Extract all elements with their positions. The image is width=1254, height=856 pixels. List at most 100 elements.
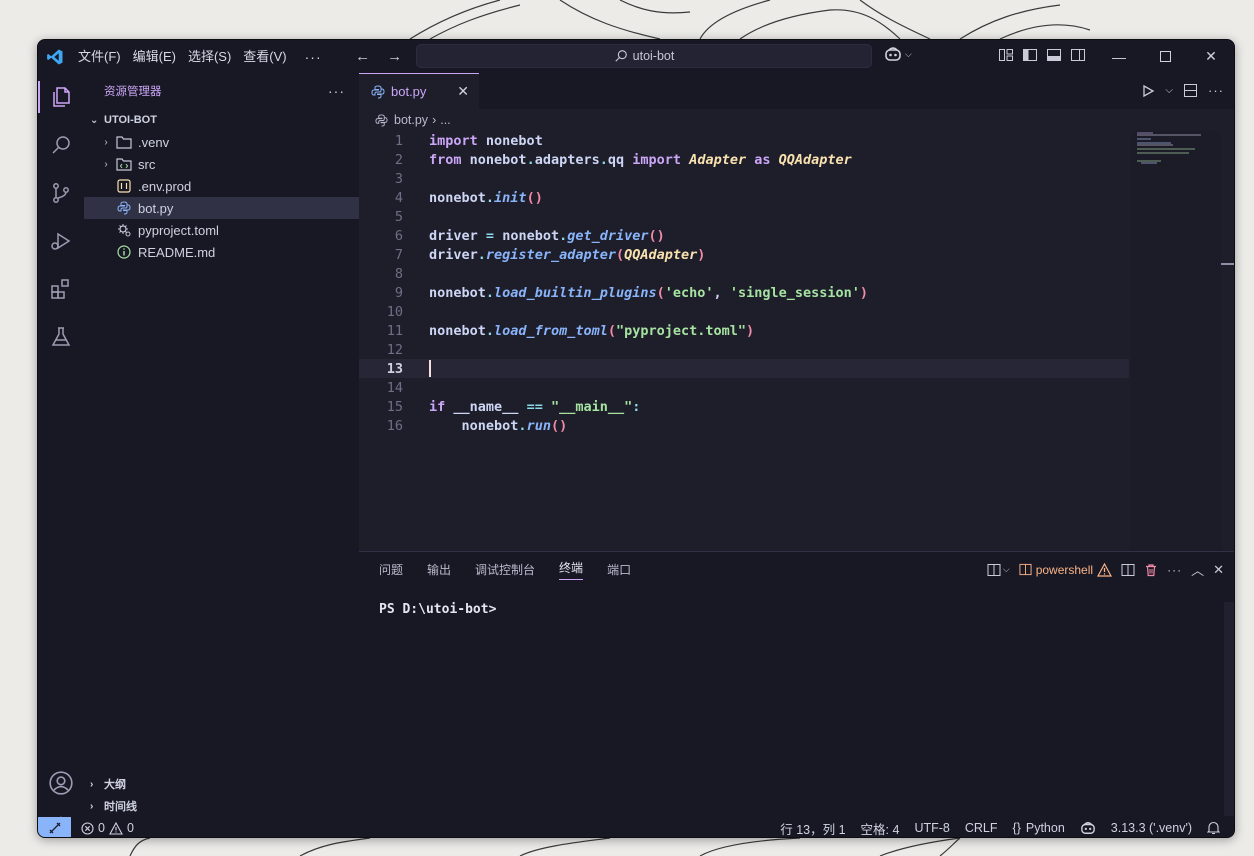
editor-more-button[interactable]: ···	[1208, 83, 1224, 98]
chevron-right-icon: ›	[90, 800, 94, 812]
breadcrumb-symbols[interactable]: ...	[440, 113, 450, 127]
code-line: 9 nonebot.load_builtin_plugins('echo', 's…	[394, 284, 868, 301]
code-area[interactable]: 1 import nonebot 2 from nonebot.adapters.q…	[359, 131, 1129, 435]
testing-flask-icon[interactable]	[38, 313, 84, 361]
folder-icon	[114, 135, 134, 149]
run-python-file-icon[interactable]	[1141, 84, 1155, 98]
minimap[interactable]	[1131, 131, 1221, 551]
code-line: 4 nonebot.init()	[394, 189, 543, 206]
panel-more-button[interactable]: ···	[1167, 563, 1182, 577]
toggle-primary-sidebar-icon[interactable]	[1022, 47, 1038, 63]
maximize-panel-chevron-up-icon[interactable]: ︿	[1191, 560, 1204, 579]
env-file-icon	[114, 179, 134, 193]
kill-terminal-trash-icon[interactable]	[1144, 563, 1158, 577]
search-activity-icon[interactable]	[38, 121, 84, 169]
breadcrumb-separator-icon: ›	[432, 113, 437, 127]
tab-problems[interactable]: 问题	[379, 561, 403, 578]
cursor-position[interactable]: 行 13，列 1	[780, 819, 845, 838]
close-window-button[interactable]: ✕	[1188, 40, 1234, 73]
back-arrow-icon[interactable]: ←	[350, 48, 376, 65]
chevron-down-icon: ⌵	[905, 48, 912, 59]
vscode-window: 文件(F) 编辑(E) 选择(S) 查看(V) ··· ← → utoi-bot…	[37, 39, 1235, 838]
close-tab-icon[interactable]: ✕	[457, 83, 469, 100]
tab-terminal[interactable]: 终端	[559, 559, 584, 580]
split-terminal-icon[interactable]	[1121, 563, 1135, 577]
python-file-icon	[114, 201, 134, 215]
notifications-bell-icon[interactable]	[1207, 821, 1220, 835]
close-panel-icon[interactable]: ✕	[1213, 562, 1224, 578]
code-line: 12	[386, 341, 403, 358]
code-line: 7 driver.register_adapter(QQAdapter)	[394, 246, 706, 263]
warning-icon	[1097, 562, 1113, 577]
chevron-right-icon: ›	[104, 136, 108, 148]
minimize-button[interactable]: —	[1096, 40, 1142, 73]
warning-icon	[109, 821, 123, 835]
terminal-instance-powershell[interactable]: powershell	[1019, 562, 1113, 577]
chevron-down-icon: ⌵	[1002, 564, 1010, 574]
explorer-icon[interactable]	[38, 73, 84, 121]
braces-icon: {}	[1012, 821, 1021, 835]
menu-more-button[interactable]: ···	[293, 49, 332, 65]
tab-bot-py[interactable]: bot.py ✕	[359, 73, 479, 109]
tree-item-src[interactable]: › src	[84, 153, 359, 175]
chevron-down-icon[interactable]: ⌵	[1165, 85, 1173, 96]
title-bar: 文件(F) 编辑(E) 选择(S) 查看(V) ··· ← → utoi-bot…	[38, 40, 1234, 73]
terminal-scrollbar[interactable]	[1224, 602, 1234, 816]
command-center-search[interactable]: utoi-bot	[416, 44, 872, 68]
outline-label: 大纲	[104, 779, 126, 791]
tree-item-env-prod[interactable]: .env.prod	[84, 175, 359, 197]
forward-arrow-icon[interactable]: →	[382, 48, 408, 65]
remote-indicator-icon[interactable]	[38, 817, 71, 837]
new-terminal-layout-icon[interactable]: ⌵	[987, 563, 1010, 577]
tab-debug-console[interactable]: 调试控制台	[475, 561, 535, 578]
tree-item-label: README.md	[138, 244, 216, 260]
problems-status[interactable]: 0 0	[71, 821, 134, 835]
text-cursor	[429, 360, 431, 377]
current-code-line: 13	[359, 359, 1129, 378]
tree-item-bot-py[interactable]: bot.py	[84, 197, 359, 219]
timeline-label: 时间线	[104, 801, 137, 813]
toggle-panel-icon[interactable]	[1046, 47, 1062, 63]
copilot-menu-button[interactable]: ⌵	[884, 46, 912, 62]
toggle-secondary-sidebar-icon[interactable]	[1070, 47, 1086, 63]
end-of-line[interactable]: CRLF	[965, 821, 998, 835]
error-icon	[81, 821, 94, 835]
tree-item-venv[interactable]: › .venv	[84, 131, 359, 153]
code-line: 3	[394, 170, 403, 187]
outline-section-header[interactable]: › 大纲	[84, 773, 359, 795]
scrollbar-cursor-marker	[1221, 263, 1234, 265]
explorer-title: 资源管理器	[104, 86, 162, 98]
breadcrumb-file[interactable]: bot.py	[394, 113, 428, 127]
tab-ports[interactable]: 端口	[607, 561, 631, 578]
customize-layout-icon[interactable]	[998, 47, 1014, 63]
code-line: 6 driver = nonebot.get_driver()	[394, 227, 665, 244]
search-icon	[614, 50, 627, 62]
tree-item-label: src	[138, 156, 156, 172]
terminal-split-icon	[1019, 563, 1032, 576]
terminal-output[interactable]: PS D:\utoi-bot>	[359, 586, 1234, 617]
tab-output[interactable]: 输出	[427, 561, 451, 578]
run-debug-icon[interactable]	[38, 217, 84, 265]
copilot-status-icon[interactable]	[1080, 821, 1096, 835]
timeline-section-header[interactable]: › 时间线	[84, 795, 359, 817]
tree-item-pyproject-toml[interactable]: pyproject.toml	[84, 219, 359, 241]
menu-file[interactable]: 文件(F)	[72, 40, 127, 73]
language-mode[interactable]: {} Python	[1013, 821, 1065, 835]
accounts-icon[interactable]	[38, 759, 84, 807]
file-encoding[interactable]: UTF-8	[914, 821, 949, 835]
panel-tabs: 问题 输出 调试控制台 终端 端口 ⌵ powershell ··· ︿ ✕	[359, 552, 1234, 586]
source-control-icon[interactable]	[38, 169, 84, 217]
extensions-icon[interactable]	[38, 265, 84, 313]
menu-view[interactable]: 查看(V)	[237, 40, 292, 73]
python-interpreter[interactable]: 3.13.3 ('.venv')	[1111, 821, 1192, 835]
editor-group: bot.py ✕ ⌵ ··· bot.py › ... 1 import non…	[359, 73, 1234, 551]
tree-item-readme-md[interactable]: README.md	[84, 241, 359, 263]
maximize-button[interactable]	[1142, 40, 1188, 73]
explorer-more-button[interactable]: ···	[328, 83, 345, 99]
split-editor-icon[interactable]	[1183, 83, 1198, 98]
menu-edit[interactable]: 编辑(E)	[127, 40, 182, 73]
menu-selection[interactable]: 选择(S)	[182, 40, 237, 73]
workspace-folder-header[interactable]: ⌄ UTOI-BOT	[84, 109, 359, 131]
indentation[interactable]: 空格: 4	[861, 819, 900, 838]
code-line: 1 import nonebot	[394, 132, 543, 149]
